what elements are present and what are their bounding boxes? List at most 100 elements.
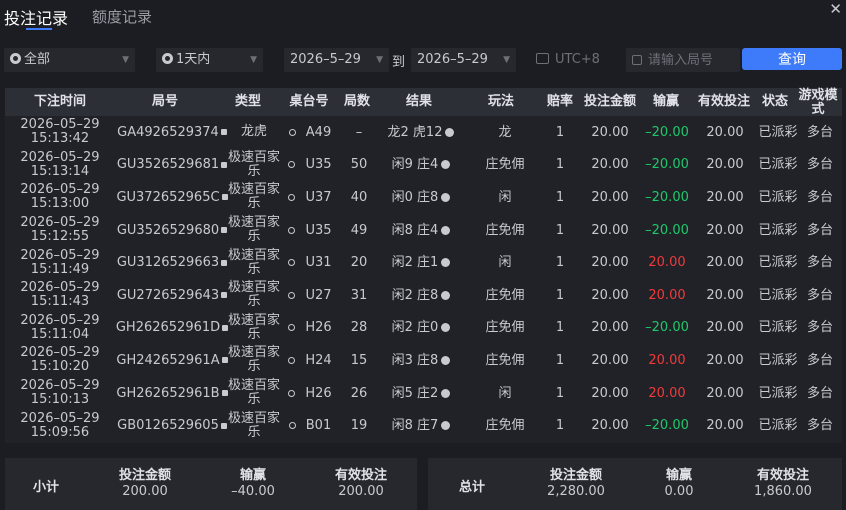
cell-round-text: 26 <box>350 385 368 401</box>
cell-win-loss: –20.00 <box>639 181 695 214</box>
info-icon[interactable] <box>441 225 451 235</box>
cell-status-text: 已派彩 <box>758 385 798 401</box>
date-to-select[interactable]: 2026–5–29 ▼ <box>411 48 516 72</box>
bet-time: 15:11:49 <box>30 261 90 277</box>
query-button[interactable]: 查询 <box>742 48 842 70</box>
table-row: 2026–05–29 15:11:49 GU3126529663 极速百家乐 U31 20… <box>5 246 842 279</box>
cell-play: 庄免佣 <box>465 344 545 377</box>
col-bet-amount: 投注金额 <box>583 94 636 109</box>
info-icon[interactable] <box>441 160 451 170</box>
cell-result: 闲9 庄4 <box>377 149 465 182</box>
close-icon[interactable]: ✕ <box>829 0 842 18</box>
cell-odds: 1 <box>541 214 579 247</box>
cell-round: 31 <box>339 279 379 312</box>
chevron-down-icon: ▼ <box>503 55 510 65</box>
cell-win-loss: 20.00 <box>639 279 695 312</box>
cell-result: 闲0 庄8 <box>377 181 465 214</box>
cell-game-mode-text: 多台 <box>806 255 833 271</box>
cell-game-mode: 多台 <box>799 377 841 410</box>
table-row: 2026–05–29 15:10:13 GH262652961B 极速百家乐 H26 26… <box>5 377 842 410</box>
table-number-text: H24 <box>305 352 332 368</box>
cell-play-text: 闲 <box>498 385 512 401</box>
table-number-text: H26 <box>305 385 332 401</box>
table-link-icon[interactable] <box>288 291 296 299</box>
bet-time: 15:09:56 <box>30 424 90 440</box>
cell-valid-bet: 20.00 <box>693 279 757 312</box>
cell-status-text: 已派彩 <box>758 222 798 238</box>
col-play: 玩法 <box>487 94 514 109</box>
info-icon[interactable] <box>441 290 451 300</box>
cell-round: 20 <box>339 246 379 279</box>
round-id-text: GU2726529643 <box>116 287 220 303</box>
cell-bet-amount-text: 20.00 <box>591 352 629 368</box>
period-select[interactable]: 1天内 ▼ <box>156 48 263 72</box>
cell-odds: 1 <box>541 409 579 442</box>
table-link-icon[interactable] <box>288 193 296 201</box>
info-icon[interactable] <box>441 421 451 431</box>
bet-date: 2026–05–29 <box>20 149 100 165</box>
table-link-icon[interactable] <box>288 161 296 169</box>
cell-win-loss: –20.00 <box>639 214 695 247</box>
cell-result: 闲8 庄4 <box>377 214 465 247</box>
info-icon[interactable] <box>441 192 451 202</box>
cell-bet-amount: 20.00 <box>579 116 641 149</box>
filter-bar: 全部 ▼ 1天内 ▼ 2026–5–29 ▼ 到 2026–5–29 ▼ UTC… <box>0 48 846 72</box>
tab-bet-records[interactable]: 投注记录 <box>4 5 68 29</box>
table-link-icon[interactable] <box>288 259 296 267</box>
round-search-box[interactable] <box>626 48 740 72</box>
tab-credit-records[interactable]: 额度记录 <box>92 6 152 27</box>
cell-round-text: 50 <box>350 157 368 173</box>
total-valid-value: 1,860.00 <box>754 484 812 499</box>
cell-game-mode: 多台 <box>799 279 841 312</box>
cell-win-loss: 20.00 <box>639 377 695 410</box>
info-icon[interactable] <box>445 127 455 137</box>
cell-win-loss-text: –20.00 <box>645 222 689 238</box>
cell-round-id: GH242652961A <box>115 344 229 377</box>
table-link-icon[interactable] <box>288 422 296 430</box>
game-type-text: 极速百家乐 <box>227 215 280 245</box>
game-select[interactable]: 全部 ▼ <box>4 48 135 72</box>
cell-type: 极速百家乐 <box>227 181 281 214</box>
info-icon[interactable] <box>441 258 451 268</box>
table-link-icon[interactable] <box>288 356 296 364</box>
info-icon[interactable] <box>441 323 451 333</box>
table-number-text: U35 <box>305 222 332 238</box>
cell-bet-time: 2026–05–29 15:11:04 <box>5 312 115 345</box>
table-link-icon[interactable] <box>288 128 296 136</box>
cell-round: 19 <box>339 409 379 442</box>
cell-table: B01 <box>281 409 339 442</box>
table-link-icon[interactable] <box>288 389 296 397</box>
cell-odds-text: 1 <box>555 157 565 173</box>
subtotal-label: 小计 <box>33 480 60 495</box>
table-number-text: B01 <box>305 418 332 434</box>
copy-icon[interactable] <box>220 422 227 429</box>
cell-play-text: 闲 <box>498 255 512 271</box>
cell-bet-amount-text: 20.00 <box>591 385 629 401</box>
cell-game-mode: 多台 <box>799 344 841 377</box>
table-link-icon[interactable] <box>288 226 296 234</box>
info-icon[interactable] <box>441 355 451 365</box>
cell-status: 已派彩 <box>757 409 799 442</box>
copy-icon[interactable] <box>220 129 227 136</box>
table-row: 2026–05–29 15:12:55 GU3526529680 极速百家乐 U35 49… <box>5 214 842 247</box>
timezone-display: UTC+8 <box>536 52 600 67</box>
col-result: 结果 <box>405 94 432 109</box>
round-search-input[interactable] <box>648 48 738 72</box>
info-icon[interactable] <box>441 388 451 398</box>
subtotal-win-value: –40.00 <box>231 484 275 499</box>
date-from-select[interactable]: 2026–5–29 ▼ <box>284 48 389 72</box>
round-id-text: GH242652961A <box>116 352 220 368</box>
cell-play-text: 庄免佣 <box>485 418 525 434</box>
cell-round-id: GH262652961B <box>115 377 229 410</box>
game-select-value: 全部 <box>24 52 51 67</box>
game-type-text: 极速百家乐 <box>227 312 280 342</box>
cell-type: 极速百家乐 <box>227 377 281 410</box>
table-link-icon[interactable] <box>288 324 296 332</box>
cell-status-text: 已派彩 <box>758 287 798 303</box>
subtotal-win-label: 输赢 <box>239 468 266 483</box>
cell-play: 闲 <box>465 246 545 279</box>
cell-status-text: 已派彩 <box>758 255 798 271</box>
cell-table: U31 <box>281 246 339 279</box>
cell-type: 极速百家乐 <box>227 214 281 247</box>
chevron-down-icon: ▼ <box>376 55 383 65</box>
